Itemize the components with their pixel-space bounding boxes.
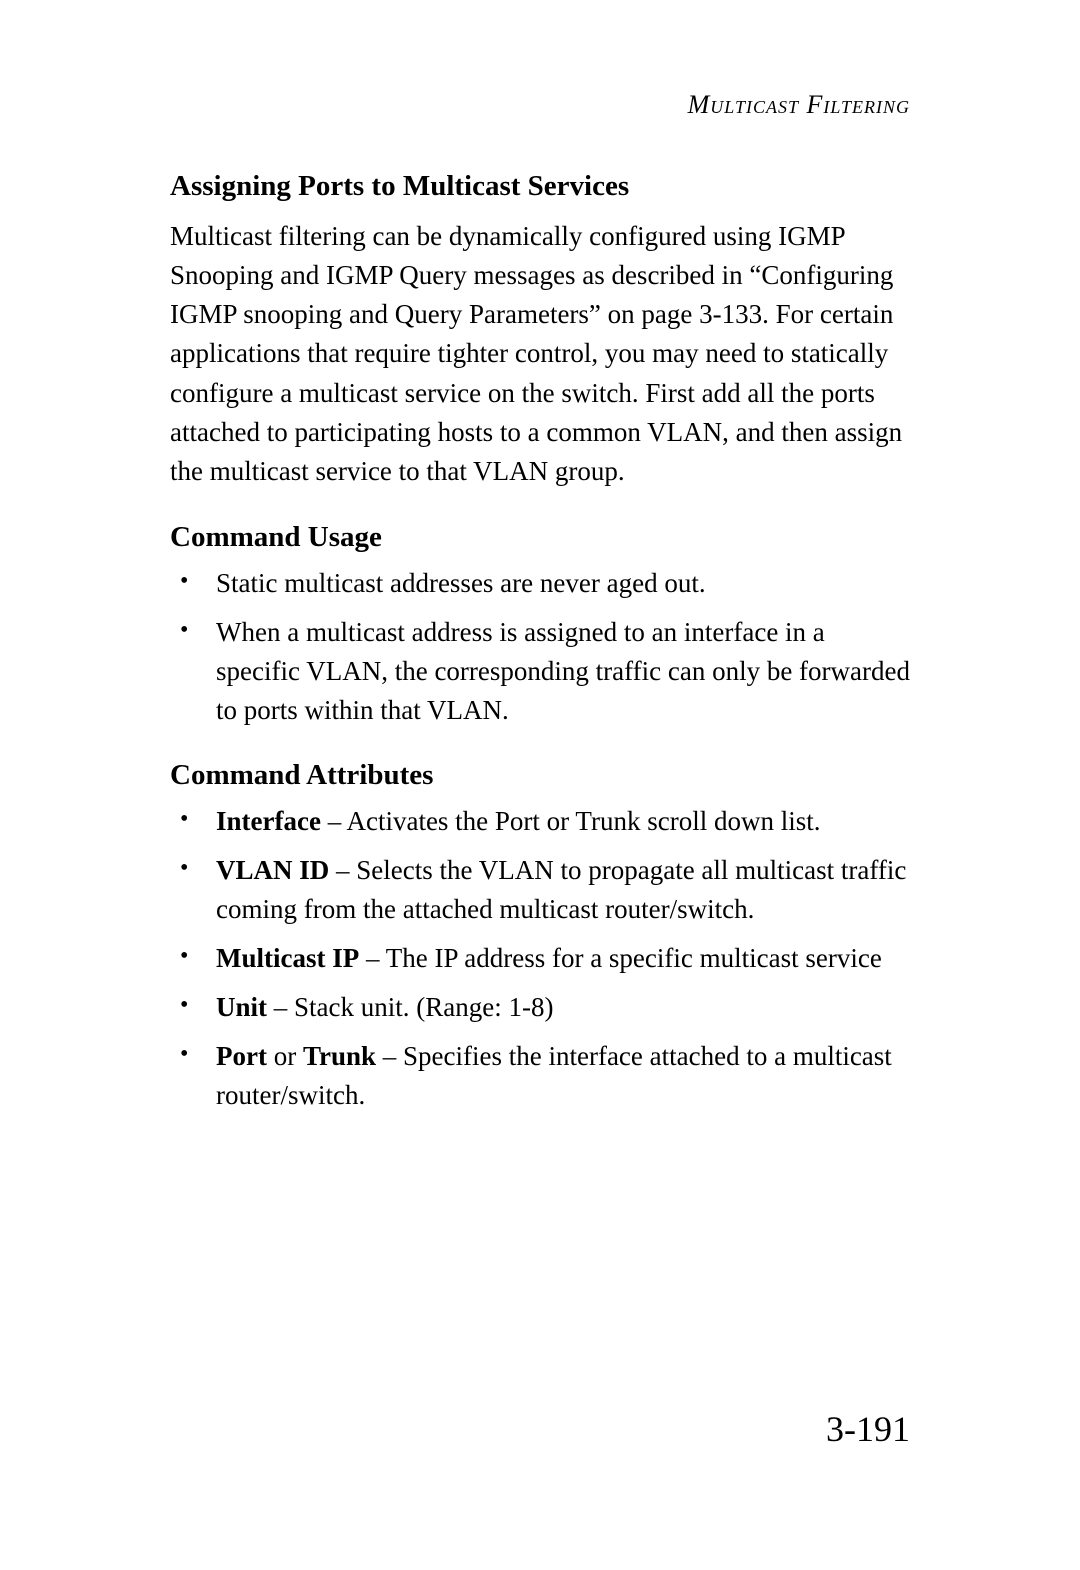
attr-sep: –	[359, 943, 386, 973]
command-usage-list: Static multicast addresses are never age…	[170, 564, 910, 731]
attr-term2: Trunk	[303, 1041, 376, 1071]
page-number: 3-191	[826, 1408, 910, 1450]
attr-sep: –	[329, 855, 356, 885]
list-item: Unit – Stack unit. (Range: 1-8)	[170, 988, 910, 1027]
attr-desc: The IP address for a specific multicast …	[386, 943, 882, 973]
attr-term: Port	[216, 1041, 267, 1071]
attr-mid: or	[267, 1041, 303, 1071]
attr-sep: –	[321, 806, 347, 836]
command-attributes-heading: Command Attributes	[170, 759, 910, 792]
section-title: Assigning Ports to Multicast Services	[170, 170, 910, 203]
page-content: Multicast Filtering Assigning Ports to M…	[0, 0, 1080, 1116]
attr-desc: Activates the Port or Trunk scroll down …	[346, 806, 820, 836]
attr-term: Multicast IP	[216, 943, 359, 973]
command-attributes-list: Interface – Activates the Port or Trunk …	[170, 802, 910, 1116]
attr-term: Interface	[216, 806, 321, 836]
command-usage-heading: Command Usage	[170, 521, 910, 554]
attr-sep: –	[376, 1041, 403, 1071]
attr-sep: –	[267, 992, 294, 1022]
attr-term: VLAN ID	[216, 855, 329, 885]
list-item: VLAN ID – Selects the VLAN to propagate …	[170, 851, 910, 929]
attr-desc: Stack unit. (Range: 1-8)	[294, 992, 553, 1022]
list-item: When a multicast address is assigned to …	[170, 613, 910, 730]
list-item: Interface – Activates the Port or Trunk …	[170, 802, 910, 841]
list-item: Static multicast addresses are never age…	[170, 564, 910, 603]
list-item: Port or Trunk – Specifies the interface …	[170, 1037, 910, 1115]
running-head: Multicast Filtering	[170, 90, 910, 120]
attr-term: Unit	[216, 992, 267, 1022]
list-item: Multicast IP – The IP address for a spec…	[170, 939, 910, 978]
intro-paragraph: Multicast filtering can be dynamically c…	[170, 217, 910, 491]
